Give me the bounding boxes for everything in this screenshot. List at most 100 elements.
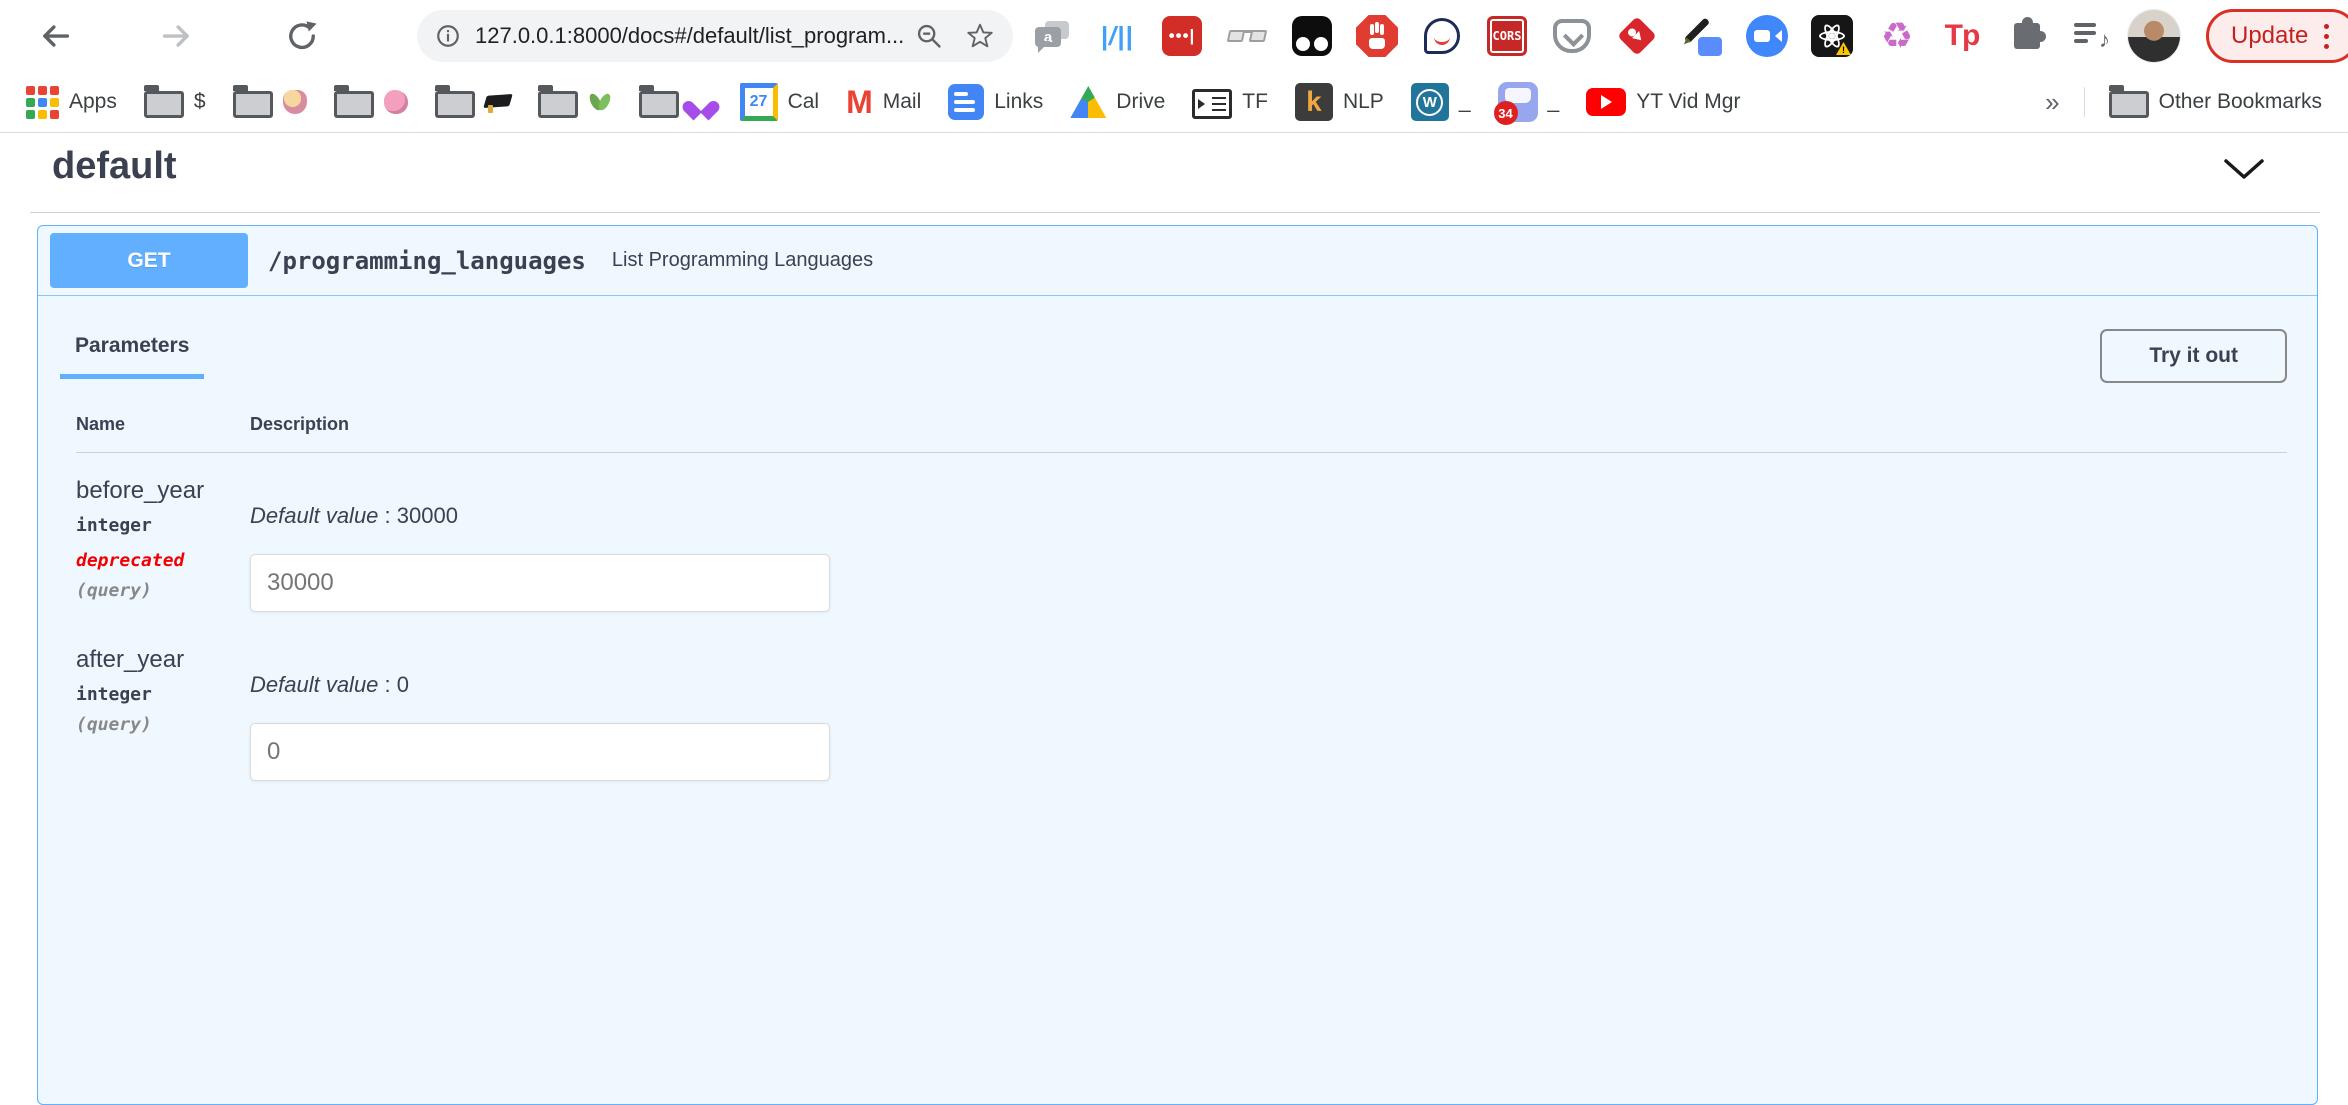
address-bar[interactable]: 127.0.0.1:8000/docs#/default/list_progra… (417, 10, 1013, 62)
bookmark-folder-carousel[interactable] (233, 87, 307, 118)
eyedropper-extension-icon[interactable] (1680, 12, 1724, 60)
google-drive-icon (1070, 86, 1106, 118)
adblock-extension-icon[interactable] (1355, 12, 1399, 60)
table-header-row: Name Description (76, 414, 2287, 453)
recycle-extension-icon[interactable]: ♻ (1875, 12, 1919, 60)
graduation-cap-emoji-icon (485, 91, 511, 113)
bookmark-nlp[interactable]: k NLP (1295, 83, 1384, 121)
folder-icon (233, 91, 273, 118)
forward-arrow-icon (159, 18, 195, 54)
purple-heart-emoji-icon (689, 93, 713, 114)
tab-header-row: Parameters Try it out (38, 296, 2317, 386)
before-year-input[interactable] (250, 554, 830, 612)
chat-assistant-extension-icon[interactable]: a (1030, 12, 1074, 60)
bookmark-star-icon[interactable] (965, 21, 995, 51)
default-value-line: Default value : 30000 (250, 503, 2287, 529)
parameter-location: (query) (76, 580, 250, 601)
divider (2084, 87, 2085, 117)
folder-icon (639, 91, 679, 118)
slashes-extension-icon[interactable]: |/|| (1095, 12, 1139, 60)
zoom-out-icon[interactable] (915, 22, 943, 50)
back-button[interactable] (33, 14, 77, 58)
profile-avatar[interactable] (2128, 10, 2180, 62)
dark-dots-extension-icon[interactable] (1290, 12, 1334, 60)
bookmark-folder-herb[interactable] (538, 87, 612, 118)
bookmark-tf[interactable]: TF (1192, 86, 1268, 119)
3d-glasses-extension-icon[interactable] (1225, 12, 1269, 60)
cors-extension-icon[interactable]: CORS (1485, 12, 1529, 60)
folder-icon (2109, 91, 2149, 118)
bookmark-apps[interactable]: Apps (26, 86, 117, 119)
collapse-section-button[interactable] (2220, 155, 2268, 188)
kaggle-icon: k (1295, 83, 1333, 121)
parameter-row-before-year: before_year integer deprecated (query) D… (76, 453, 2287, 612)
folder-icon (334, 91, 374, 118)
site-info-icon[interactable] (435, 23, 461, 49)
default-value-line: Default value : 0 (250, 672, 2287, 698)
unread-badge: 34 (1494, 101, 1518, 125)
parameter-name: after_year (76, 646, 250, 674)
section-title: default (52, 145, 177, 188)
url-text: 127.0.0.1:8000/docs#/default/list_progra… (475, 23, 904, 49)
other-bookmarks[interactable]: Other Bookmarks (2109, 87, 2322, 118)
endpoint-summary-row[interactable]: GET /programming_languages List Programm… (38, 226, 2317, 296)
bookmark-folder-purple-heart[interactable] (639, 87, 713, 118)
bookmarks-overflow-button[interactable]: » (2045, 87, 2059, 118)
browser-update-button[interactable]: Update (2206, 9, 2348, 63)
try-it-out-button[interactable]: Try it out (2100, 329, 2287, 383)
extensions-row: a |/|| •••| CORS (1030, 12, 2114, 60)
after-year-input[interactable] (250, 723, 830, 781)
bookmark-wordpress[interactable]: W _ (1411, 83, 1471, 121)
folder-icon (435, 91, 475, 118)
endpoint-summary: List Programming Languages (612, 249, 873, 272)
bookmark-links[interactable]: Links (948, 84, 1043, 120)
back-arrow-icon (37, 18, 73, 54)
bookmark-folder-graduation[interactable] (435, 87, 511, 118)
extensions-puzzle-icon[interactable] (2005, 12, 2049, 60)
description-column-header: Description (250, 414, 349, 435)
parameter-type: integer (76, 515, 250, 536)
bookmark-calendar[interactable]: 27 Cal (740, 83, 820, 121)
reload-icon (284, 18, 320, 54)
folder-icon (538, 91, 578, 118)
tab-parameters[interactable]: Parameters (60, 334, 204, 379)
pocket-extension-icon[interactable] (1550, 12, 1594, 60)
herb-emoji-icon (588, 90, 612, 114)
http-method-badge[interactable]: GET (50, 233, 248, 288)
bookmark-mail-app[interactable]: 34 _ (1498, 82, 1560, 122)
zoom-app-extension-icon[interactable] (1745, 12, 1789, 60)
swagger-page: default GET /programming_languages List … (0, 133, 2348, 948)
links-icon (948, 84, 984, 120)
carousel-horse-emoji-icon (283, 90, 307, 114)
red-diamond-extension-icon[interactable] (1615, 12, 1659, 60)
bookmark-folder-dollar[interactable]: $ (144, 87, 206, 118)
smile-bubble-extension-icon[interactable] (1420, 12, 1464, 60)
tp-extension-icon[interactable]: Tp (1940, 12, 1984, 60)
bookmark-folder-brain[interactable] (334, 87, 408, 118)
bookmarks-bar: Apps $ 27 Cal M Mail Links (0, 72, 2348, 133)
folder-icon (144, 91, 184, 118)
lastpass-extension-icon[interactable]: •••| (1160, 12, 1204, 60)
endpoint-path: /programming_languages (268, 247, 586, 275)
flashcards-icon (1192, 89, 1232, 119)
mail-app-badge-icon: 34 (1498, 82, 1538, 122)
wordpress-icon: W (1411, 83, 1449, 121)
deprecated-flag: deprecated (76, 550, 250, 571)
google-calendar-icon: 27 (740, 83, 778, 121)
parameter-name: before_year (76, 477, 250, 505)
opblock-get-programming-languages: GET /programming_languages List Programm… (37, 225, 2318, 1105)
brain-emoji-icon (384, 90, 408, 114)
forward-button[interactable] (155, 14, 199, 58)
bookmark-yt-vid-mgr[interactable]: YT Vid Mgr (1586, 88, 1740, 116)
playlist-queue-icon[interactable]: ♪ (2070, 12, 2114, 60)
bookmark-mail[interactable]: M Mail (846, 86, 921, 118)
divider (30, 212, 2320, 213)
kebab-menu-icon[interactable] (2324, 24, 2329, 49)
chevron-down-icon (2220, 155, 2268, 183)
apps-grid-icon (26, 86, 59, 119)
react-devtools-extension-icon[interactable]: ! (1810, 12, 1854, 60)
bookmark-drive[interactable]: Drive (1070, 86, 1165, 118)
parameter-row-after-year: after_year integer (query) Default value… (76, 622, 2287, 781)
reload-button[interactable] (280, 14, 324, 58)
browser-toolbar: 127.0.0.1:8000/docs#/default/list_progra… (0, 0, 2348, 72)
